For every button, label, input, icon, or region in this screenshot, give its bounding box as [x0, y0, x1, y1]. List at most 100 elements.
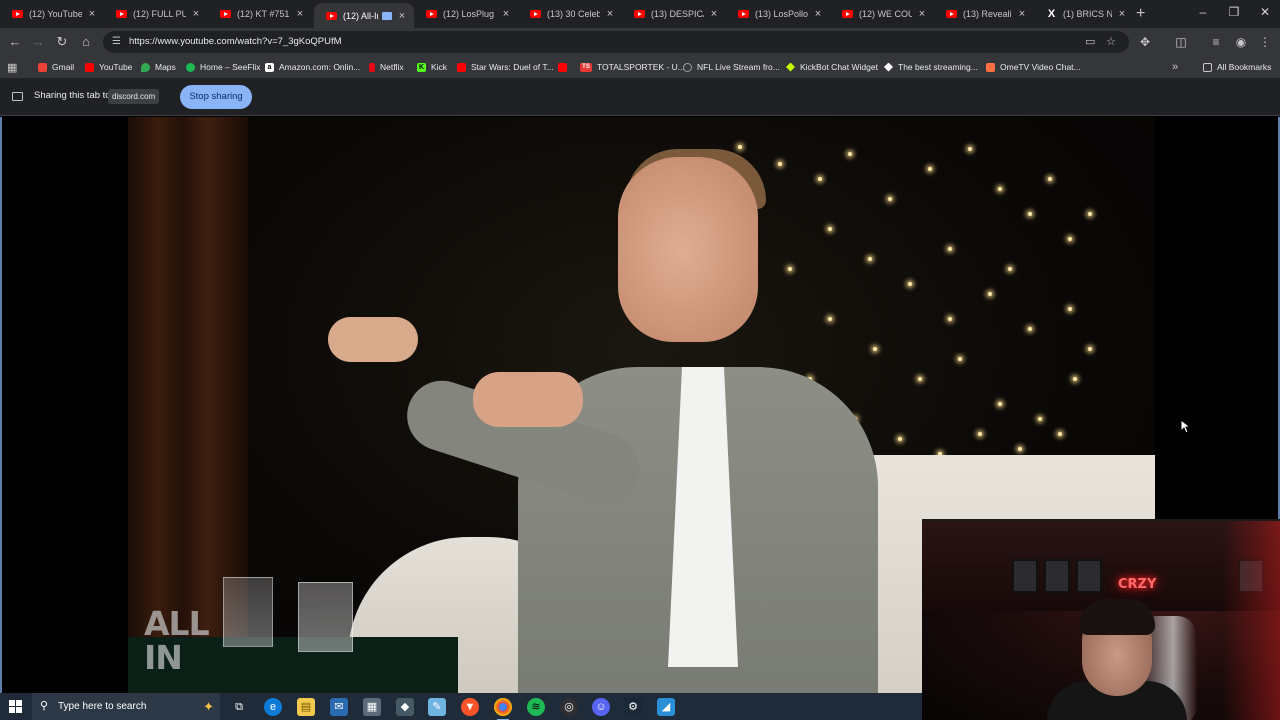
tab[interactable]: (13) LosPollosT ×	[726, 0, 830, 28]
app-icon[interactable]: ◆	[396, 698, 414, 716]
bookmark-maps[interactable]: Maps	[141, 60, 176, 74]
steam-icon[interactable]: ⚙	[624, 698, 642, 716]
calculator-icon[interactable]: ▦	[363, 698, 381, 716]
media-controls-icon[interactable]: ≡	[1208, 34, 1224, 50]
bookmark-ometv[interactable]: OmeTV Video Chat...	[986, 60, 1081, 74]
screen-share-icon	[12, 92, 23, 101]
light-dot	[788, 267, 792, 271]
obs-icon[interactable]: ◎	[560, 698, 578, 716]
tab[interactable]: (12) YouTube ×	[0, 0, 104, 28]
install-app-icon[interactable]: ▭	[1085, 31, 1095, 53]
tab[interactable]: (12) KT #751 - , ×	[208, 0, 312, 28]
minimize-icon[interactable]: –	[1191, 5, 1215, 19]
browser-toolbar: ← → ↻ ⌂ ☰ https://www.youtube.com/watch?…	[0, 28, 1280, 56]
tab-title: (1) BRICS News	[1063, 9, 1112, 19]
close-icon[interactable]: ×	[86, 8, 98, 20]
tab[interactable]: (13) DESPICABI ×	[622, 0, 726, 28]
tab-active[interactable]: (12) All-In ×	[314, 3, 414, 28]
close-icon[interactable]: ×	[1016, 8, 1028, 20]
windows-start-icon[interactable]	[9, 700, 22, 713]
tab[interactable]: (12) WE COULD ×	[830, 0, 934, 28]
outlook-icon[interactable]: ✉	[330, 698, 348, 716]
bookmark-star-wars[interactable]: Star Wars: Duel of T...	[457, 60, 554, 74]
site-info-icon[interactable]: ☰	[112, 31, 121, 53]
tab[interactable]: (13) Revealing ×	[934, 0, 1034, 28]
tab[interactable]: (12) LosPlug - Y ×	[414, 0, 518, 28]
bookmark-gmail[interactable]: Gmail	[38, 60, 74, 74]
bookmark-nfl-stream[interactable]: NFL Live Stream fro...	[683, 60, 780, 74]
close-icon[interactable]: ×	[604, 8, 616, 20]
new-tab-button[interactable]: +	[1136, 5, 1145, 23]
bookmark-amazon[interactable]: a Amazon.com: Onlin...	[265, 60, 360, 74]
bookmark-star-icon[interactable]: ☆	[1106, 31, 1116, 53]
light-dot	[948, 317, 952, 321]
url-text[interactable]: https://www.youtube.com/watch?v=7_3gKoQP…	[129, 36, 342, 47]
bookmark-youtube-2[interactable]	[558, 60, 572, 74]
chrome-icon[interactable]	[494, 698, 512, 720]
light-dot	[998, 187, 1002, 191]
streamer-hair	[1079, 599, 1155, 635]
back-icon[interactable]: ←	[7, 34, 23, 50]
youtube-icon	[116, 10, 127, 18]
edge-icon[interactable]: e	[264, 698, 282, 716]
menu-icon[interactable]: ⋮	[1257, 34, 1273, 50]
apps-icon[interactable]: ▦	[7, 60, 17, 74]
taskbar-search[interactable]: ⚲ Type here to search ✦	[32, 693, 220, 720]
profile-icon[interactable]: ◉	[1233, 34, 1249, 50]
glass	[223, 577, 273, 647]
restore-icon[interactable]: ❐	[1222, 5, 1246, 19]
app-icon[interactable]: ◢	[657, 698, 675, 716]
close-icon[interactable]: ×	[1116, 8, 1128, 20]
search-placeholder[interactable]: Type here to search	[58, 701, 146, 712]
light-dot	[1028, 327, 1032, 331]
reload-icon[interactable]: ↻	[54, 34, 70, 50]
light-dot	[968, 147, 972, 151]
window-close-icon[interactable]: ✕	[1253, 5, 1277, 19]
bookmark-seeflix[interactable]: Home – SeeFlix	[186, 60, 260, 74]
x-icon: X	[1047, 7, 1056, 20]
close-icon[interactable]: ×	[396, 10, 408, 22]
light-dot	[818, 177, 822, 181]
light-dot	[928, 167, 932, 171]
brave-icon[interactable]: ▼	[461, 698, 479, 716]
file-explorer-icon[interactable]: ▤	[297, 698, 315, 716]
red-led-light	[1222, 521, 1280, 720]
notepad-icon[interactable]: ✎	[428, 698, 446, 716]
discord-icon[interactable]: ☺	[592, 698, 610, 716]
home-icon[interactable]: ⌂	[78, 34, 94, 50]
spotify-icon[interactable]: ≋	[527, 698, 545, 716]
close-icon[interactable]: ×	[500, 8, 512, 20]
youtube-icon	[12, 10, 23, 18]
extensions-icon[interactable]: ✥	[1137, 34, 1153, 50]
address-bar[interactable]: ☰ https://www.youtube.com/watch?v=7_3gKo…	[103, 31, 1129, 53]
bookmark-totalsportek[interactable]: TS TOTALSPORTEK - U...	[580, 60, 685, 74]
close-icon[interactable]: ×	[916, 8, 928, 20]
light-dot	[888, 197, 892, 201]
kick-icon: K	[417, 62, 426, 72]
globe-icon	[683, 62, 692, 72]
close-icon[interactable]: ×	[708, 8, 720, 20]
light-dot	[908, 282, 912, 286]
side-panel-icon[interactable]: ◫	[1173, 34, 1189, 50]
stop-sharing-button[interactable]: Stop sharing	[180, 85, 252, 109]
bookmark-youtube[interactable]: YouTube	[85, 60, 132, 74]
tab[interactable]: (13) 30 Celebrit ×	[518, 0, 622, 28]
light-dot	[1068, 237, 1072, 241]
close-icon[interactable]: ×	[294, 8, 306, 20]
light-dot	[848, 152, 852, 156]
forward-icon[interactable]: →	[30, 34, 46, 50]
tab[interactable]: X (1) BRICS News ×	[1034, 0, 1134, 28]
tab[interactable]: (12) FULL PURS ×	[104, 0, 208, 28]
close-icon[interactable]: ×	[812, 8, 824, 20]
chevron-right-icon[interactable]: »	[1172, 60, 1178, 74]
bookmark-kickbot[interactable]: KickBot Chat Widget	[786, 60, 878, 74]
bookmark-streaming[interactable]: The best streaming...	[884, 60, 978, 74]
task-view-icon[interactable]: ⧉	[230, 698, 248, 716]
close-icon[interactable]: ×	[190, 8, 202, 20]
bookmark-netflix[interactable]: Netflix	[369, 60, 404, 74]
bookmark-kick[interactable]: K Kick	[417, 60, 447, 74]
neon-sign: CRZY	[1118, 577, 1157, 592]
webcam-overlay: CRZY	[922, 519, 1280, 720]
all-bookmarks[interactable]: All Bookmarks	[1203, 60, 1271, 74]
pointing-hand	[473, 372, 583, 427]
